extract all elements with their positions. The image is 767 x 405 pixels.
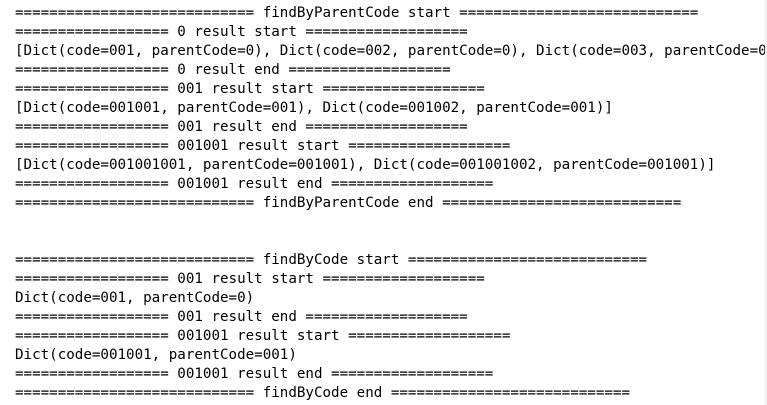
console-line: ================== 001 result end ======… (15, 309, 468, 325)
console-line: Dict(code=001001, parentCode=001) (15, 347, 297, 363)
console-line: ================== 001 result start ====… (15, 271, 485, 287)
console-line: ================== 001001 result end ===… (15, 366, 494, 382)
console-line: ================== 001001 result start =… (15, 328, 511, 344)
console-line: ================== 001001 result end ===… (15, 176, 494, 192)
console-line: ============================ findByCode … (15, 252, 648, 268)
console-lines: ============================ findByParen… (15, 4, 767, 403)
console-line: [Dict(code=001, parentCode=0), Dict(code… (15, 43, 767, 59)
console-line: ================== 0 result start ======… (15, 24, 468, 40)
console-line: ============================ findByParen… (15, 195, 682, 211)
console-line: ================== 0 result end ========… (15, 62, 451, 78)
console-line: [Dict(code=001001001, parentCode=001001)… (15, 157, 716, 173)
console-line: ================== 001 result start ====… (15, 81, 485, 97)
console-line: [Dict(code=001001, parentCode=001), Dict… (15, 100, 613, 116)
console-line: Dict(code=001, parentCode=0) (15, 290, 255, 306)
console-output[interactable]: ============================ findByParen… (0, 0, 767, 405)
console-line: ================== 001 result end ======… (15, 119, 468, 135)
console-line: ================== 001001 result start =… (15, 138, 511, 154)
console-line: ============================ findByCode … (15, 385, 630, 401)
console-line: ============================ findByParen… (15, 5, 699, 21)
